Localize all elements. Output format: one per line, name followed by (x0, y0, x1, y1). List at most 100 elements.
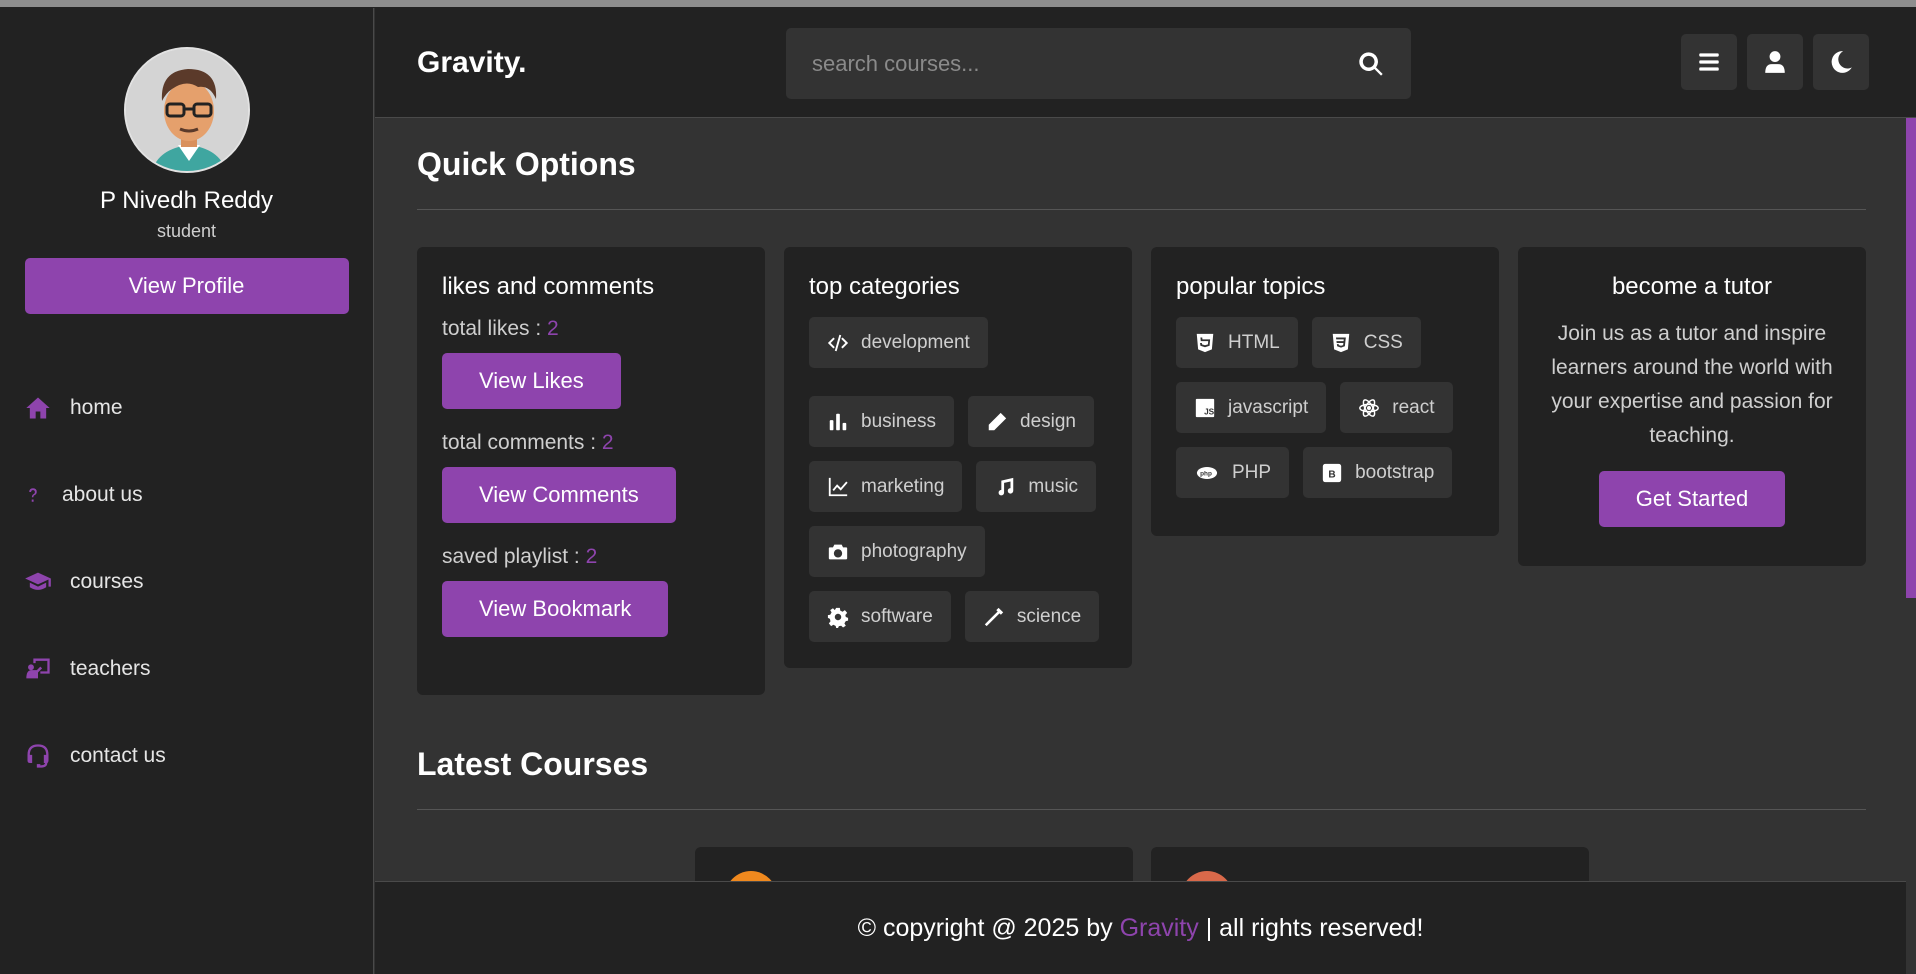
sidebar-item-courses[interactable]: courses (0, 538, 373, 625)
tutor-avatar (725, 871, 777, 881)
tag-label: HTML (1228, 331, 1280, 353)
html5-icon (1196, 333, 1214, 352)
course-card[interactable] (1151, 847, 1589, 881)
user-button[interactable] (1747, 34, 1803, 90)
tutor-avatar (1181, 871, 1233, 881)
home-icon (26, 397, 50, 418)
tag-label: design (1020, 410, 1076, 432)
react-icon (1359, 398, 1380, 417)
footer: © copyright @ 2025 by Gravity | all righ… (375, 881, 1906, 974)
category-business[interactable]: business (809, 396, 954, 447)
sidebar-item-label: contact us (70, 743, 166, 767)
quick-options-title: Quick Options (417, 146, 636, 182)
sidebar-item-label: home (70, 395, 123, 419)
sidebar-item-label: teachers (70, 656, 151, 680)
card-title: become a tutor (1611, 273, 1773, 300)
bootstrap-icon: B (1322, 463, 1342, 482)
scrollbar-thumb[interactable] (1906, 118, 1916, 598)
css3-icon (1332, 333, 1349, 352)
profile-role: student (156, 221, 217, 241)
main-content: Quick Options likes and comments total l… (375, 118, 1906, 881)
topic-react[interactable]: react (1340, 382, 1453, 433)
sidebar-item-teachers[interactable]: teachers (0, 625, 373, 712)
view-profile-button[interactable]: View Profile (24, 258, 349, 314)
search-input[interactable] (812, 50, 1357, 77)
music-icon (999, 477, 1014, 495)
view-comments-button[interactable]: View Comments (442, 467, 676, 523)
latest-courses-title: Latest Courses (417, 746, 649, 782)
sidebar-item-label: courses (70, 569, 144, 593)
header-actions (1681, 34, 1869, 90)
card-title: likes and comments (442, 273, 655, 300)
tag-label: science (1016, 605, 1082, 627)
popular-topics-card: popular topics HTML CSS JS javascript rea… (1151, 247, 1499, 536)
footer-brand-link[interactable]: Gravity (1120, 914, 1199, 943)
category-design[interactable]: design (968, 396, 1094, 447)
moon-icon (1831, 51, 1852, 73)
view-likes-button[interactable]: View Likes (442, 353, 621, 409)
likes-comments-card: likes and comments total likes : 2 View … (417, 247, 765, 695)
topic-javascript[interactable]: JS javascript (1176, 382, 1327, 433)
tag-label: PHP (1232, 461, 1272, 483)
svg-text:php: php (1200, 470, 1212, 477)
php-icon: php (1196, 466, 1218, 479)
view-bookmark-button[interactable]: View Bookmark (442, 581, 669, 637)
line-chart-icon (828, 477, 848, 496)
tag-label: music (1028, 475, 1079, 497)
app-logo[interactable]: Gravity. (417, 46, 527, 80)
footer-suffix: | all rights reserved! (1198, 913, 1424, 942)
scrollbar[interactable] (1906, 118, 1916, 881)
card-title: top categories (809, 273, 960, 300)
category-development[interactable]: development (809, 317, 988, 368)
avatar-illustration (125, 49, 248, 171)
category-photography[interactable]: photography (809, 526, 985, 577)
topic-html[interactable]: HTML (1176, 317, 1298, 368)
sidebar-nav: home about us courses teachers contact u… (0, 364, 373, 799)
category-marketing[interactable]: marketing (809, 461, 963, 512)
stat-label: total likes : (442, 317, 548, 340)
course-card[interactable] (695, 847, 1133, 881)
javascript-icon: JS (1195, 398, 1215, 417)
avatar[interactable] (123, 47, 250, 173)
theme-toggle-button[interactable] (1813, 34, 1869, 90)
sidebar-item-about-us[interactable]: about us (0, 451, 373, 538)
stat-value: 2 (585, 545, 598, 568)
tag-label: development (861, 331, 970, 353)
category-tags: development business design marketing mu… (809, 317, 1107, 642)
eyedropper-icon (984, 607, 1003, 626)
sidebar-item-contact-us[interactable]: contact us (0, 712, 373, 799)
topic-css[interactable]: CSS (1311, 317, 1421, 368)
tutor-description: Join us as a tutor and inspire learners … (1551, 322, 1833, 447)
category-music[interactable]: music (976, 461, 1097, 512)
category-science[interactable]: science (964, 591, 1100, 642)
tag-label: bootstrap (1355, 461, 1435, 483)
tag-label: photography (861, 540, 967, 562)
stat-label: total comments : (442, 431, 602, 454)
sidebar-item-home[interactable]: home (0, 364, 373, 451)
bar-chart-icon (829, 413, 847, 430)
tag-label: javascript (1228, 396, 1309, 418)
search-icon[interactable] (1357, 50, 1385, 78)
topic-php[interactable]: php PHP (1176, 447, 1290, 498)
saved-playlist-stat: saved playlist : 2 (442, 545, 740, 569)
question-icon (29, 487, 37, 502)
get-started-button[interactable]: Get Started (1598, 471, 1786, 527)
graduation-cap-icon (25, 572, 51, 590)
profile-card: P Nivedh Reddy student View Profile (0, 8, 373, 314)
quick-options-divider (417, 209, 1866, 210)
topic-tags: HTML CSS JS javascript react php PHP Bboot… (1176, 317, 1474, 498)
topic-bootstrap[interactable]: Bbootstrap (1303, 447, 1453, 498)
latest-courses-divider (417, 809, 1866, 810)
header: Gravity. (375, 8, 1916, 118)
footer-prefix: © copyright @ 2025 by (857, 913, 1120, 942)
menu-button[interactable] (1681, 34, 1737, 90)
category-software[interactable]: software (809, 591, 951, 642)
svg-text:JS: JS (1204, 407, 1215, 416)
tag-label: business (861, 410, 936, 432)
svg-text:B: B (1328, 469, 1335, 480)
gear-icon (827, 607, 849, 628)
stat-value: 2 (547, 317, 559, 340)
tag-label: react (1392, 396, 1435, 418)
search-bar (786, 28, 1411, 99)
top-categories-card: top categories development business desi… (784, 247, 1132, 668)
